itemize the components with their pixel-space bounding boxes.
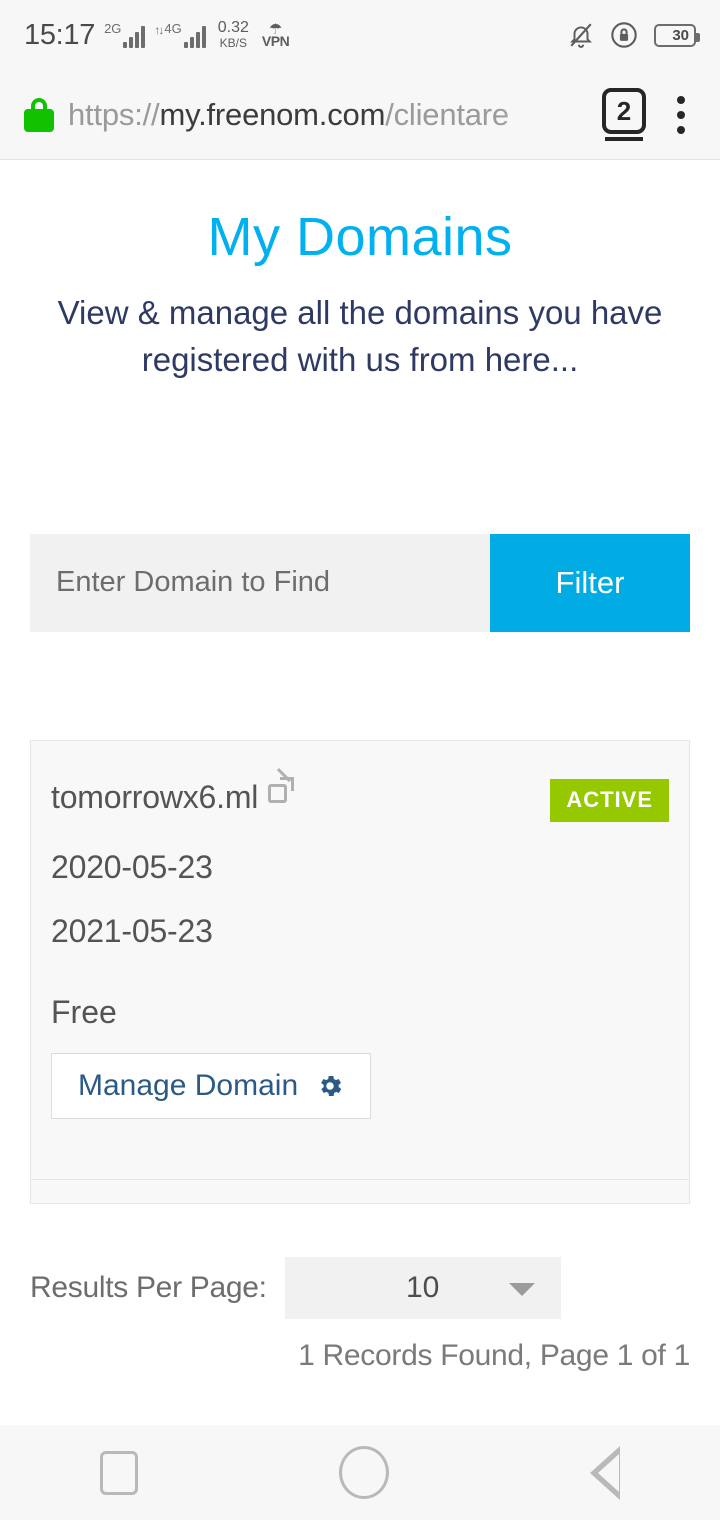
android-navigation-bar <box>0 1425 720 1520</box>
phone-screen: 15:17 2G ↑↓ 4G 0.32 KB/S ☂ VPN 30 https:… <box>0 0 720 1520</box>
status-clock: 15:17 <box>24 18 96 51</box>
data-speed-unit: KB/S <box>219 36 248 51</box>
url-display[interactable]: https://my.freenom.com/clientare <box>68 97 592 133</box>
manage-domain-label: Manage Domain <box>78 1068 299 1102</box>
external-link-icon[interactable] <box>268 767 295 803</box>
battery-percent-label: 30 <box>672 26 690 44</box>
url-scheme: https:// <box>68 96 160 132</box>
mute-bell-icon <box>568 21 594 49</box>
network-type-2-label: 4G <box>164 21 182 36</box>
domain-type: Free <box>51 993 117 1030</box>
signal-bars-2 <box>183 26 206 48</box>
tab-counter-button[interactable]: 2 <box>602 88 646 141</box>
records-found-text: 1 Records Found, Page 1 of 1 <box>298 1338 690 1372</box>
results-per-page-value: 10 <box>406 1270 440 1304</box>
data-speed-indicator: 0.32 KB/S <box>217 19 249 51</box>
results-per-page-label: Results Per Page: <box>30 1270 267 1304</box>
page-title: My Domains <box>207 207 513 267</box>
results-per-page-select[interactable]: 10 <box>284 1256 561 1319</box>
signal-2-icon: ↑↓ 4G <box>154 21 206 48</box>
data-speed-value: 0.32 <box>217 19 249 37</box>
gear-icon <box>316 1072 344 1100</box>
signal-1-icon: 2G <box>104 21 146 48</box>
secure-lock-icon <box>24 97 54 132</box>
domain-card: tomorrowx6.ml ACTIVE 2020-05-23 2021-05-… <box>30 739 690 1204</box>
network-type-1-label: 2G <box>104 21 122 36</box>
chevron-down-icon <box>508 1282 535 1296</box>
url-path: /clientare <box>385 96 509 132</box>
domain-search-row: Filter <box>30 533 690 632</box>
status-bar-right: 30 <box>568 21 700 49</box>
domain-registration-date: 2020-05-23 <box>51 848 213 885</box>
recents-square-icon[interactable] <box>100 1450 139 1495</box>
manage-domain-button[interactable]: Manage Domain <box>51 1052 372 1119</box>
web-page-content: My Domains View & manage all the domains… <box>0 161 720 1425</box>
kebab-menu-icon[interactable] <box>652 95 696 134</box>
domain-card-header: tomorrowx6.ml ACTIVE <box>31 767 689 822</box>
status-badge: ACTIVE <box>550 778 669 822</box>
url-host: my.freenom.com <box>159 96 386 132</box>
browser-url-bar[interactable]: https://my.freenom.com/clientare 2 <box>0 70 720 160</box>
status-bar-left: 15:17 2G ↑↓ 4G 0.32 KB/S ☂ VPN <box>24 18 290 52</box>
data-transfer-arrows-icon: ↑↓ <box>154 23 164 37</box>
domain-name[interactable]: tomorrowx6.ml <box>51 779 258 816</box>
home-circle-icon[interactable] <box>338 1446 389 1499</box>
battery-icon: 30 <box>654 23 700 47</box>
back-triangle-icon[interactable] <box>589 1445 620 1500</box>
signal-bars-1 <box>123 26 146 48</box>
domain-search-input[interactable] <box>30 533 490 632</box>
vpn-label: VPN <box>261 33 290 49</box>
tab-counter-underline <box>605 137 643 141</box>
results-per-page-row: Results Per Page: 10 <box>30 1256 690 1319</box>
domain-card-footer <box>31 1178 689 1203</box>
status-bar: 15:17 2G ↑↓ 4G 0.32 KB/S ☂ VPN 30 <box>0 0 720 70</box>
filter-button[interactable]: Filter <box>490 533 690 632</box>
domain-expiry-date: 2021-05-23 <box>51 912 213 949</box>
rotation-lock-icon <box>610 21 638 49</box>
page-subtitle: View & manage all the domains you have r… <box>57 294 663 378</box>
tab-count-label: 2 <box>602 88 646 134</box>
vpn-icon: ☂ VPN <box>261 22 290 49</box>
